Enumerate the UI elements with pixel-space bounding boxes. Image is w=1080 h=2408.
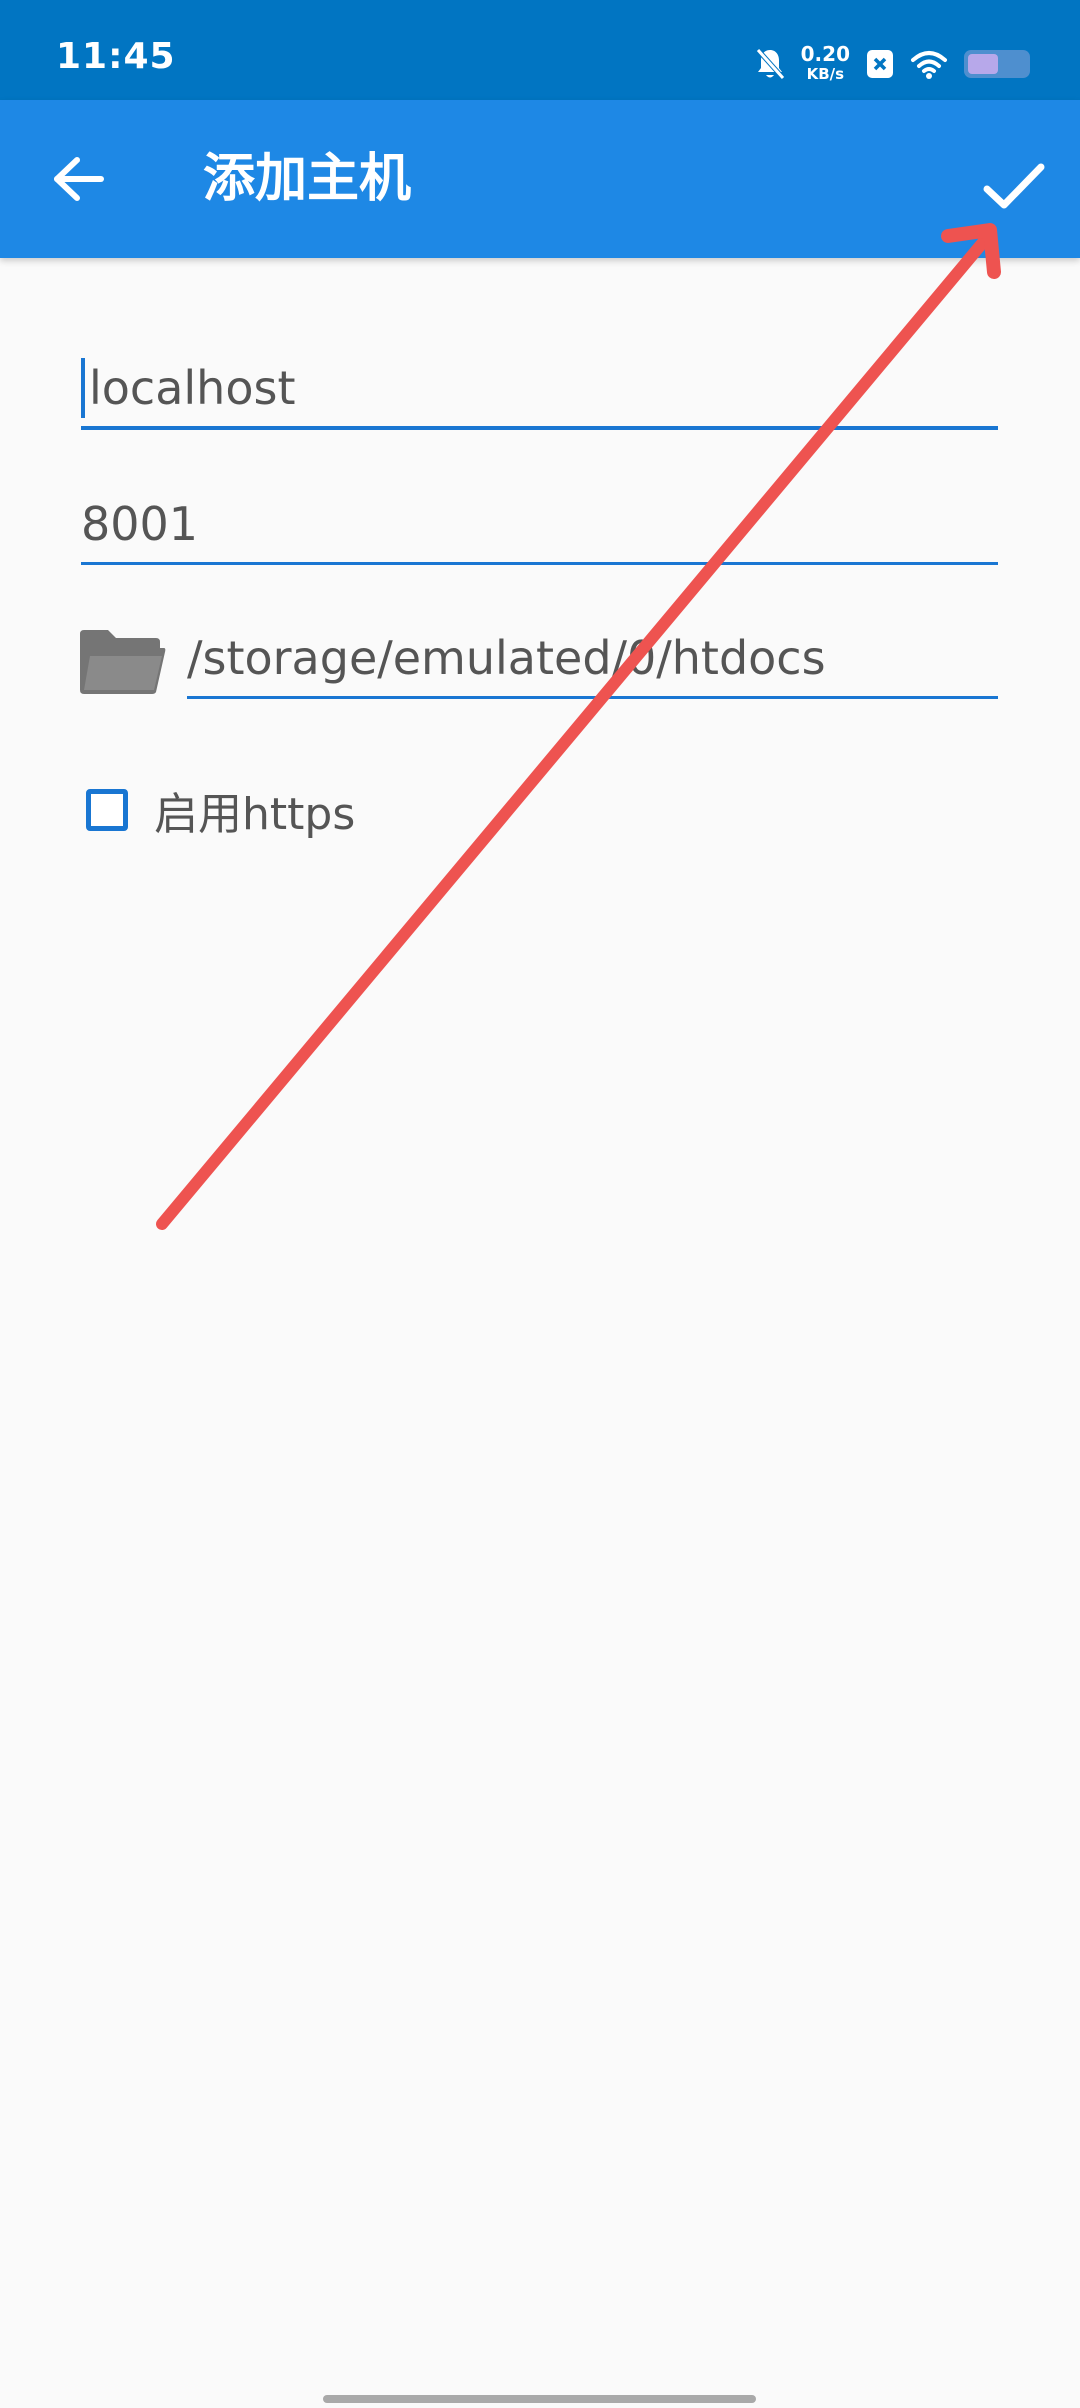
- folder-button[interactable]: [76, 626, 168, 698]
- host-input[interactable]: localhost: [81, 358, 998, 430]
- path-input-value: /storage/emulated/0/htdocs: [187, 631, 826, 685]
- gesture-navigation-bar[interactable]: [323, 2395, 756, 2403]
- confirm-button[interactable]: [964, 136, 1064, 236]
- path-input[interactable]: /storage/emulated/0/htdocs: [187, 628, 998, 699]
- app-bar: 添加主机: [0, 100, 1080, 258]
- close-box-icon: [867, 50, 893, 78]
- https-label: 启用https: [154, 789, 356, 840]
- network-speed: 0.20 KB/s: [801, 44, 850, 84]
- back-button[interactable]: [36, 136, 122, 222]
- arrow-left-icon: [54, 157, 104, 201]
- battery-icon: [964, 50, 1030, 78]
- status-bar: 11:45 0.20 KB/s: [0, 0, 1080, 100]
- check-icon: [983, 163, 1045, 209]
- network-speed-unit: KB/s: [806, 65, 845, 83]
- text-caret: [81, 358, 85, 418]
- page-title: 添加主机: [203, 149, 412, 209]
- bell-muted-icon: [755, 48, 785, 80]
- host-input-value: localhost: [89, 361, 296, 415]
- port-input-value: 8001: [81, 497, 199, 551]
- wifi-icon: [911, 51, 947, 79]
- port-input[interactable]: 8001: [81, 494, 998, 565]
- folder-icon: [80, 630, 166, 694]
- network-speed-value: 0.20: [800, 42, 850, 66]
- https-checkbox[interactable]: [86, 789, 128, 831]
- status-time: 11:45: [56, 36, 176, 77]
- status-icons: 0.20 KB/s: [755, 40, 1030, 88]
- https-option[interactable]: 启用https: [86, 778, 355, 842]
